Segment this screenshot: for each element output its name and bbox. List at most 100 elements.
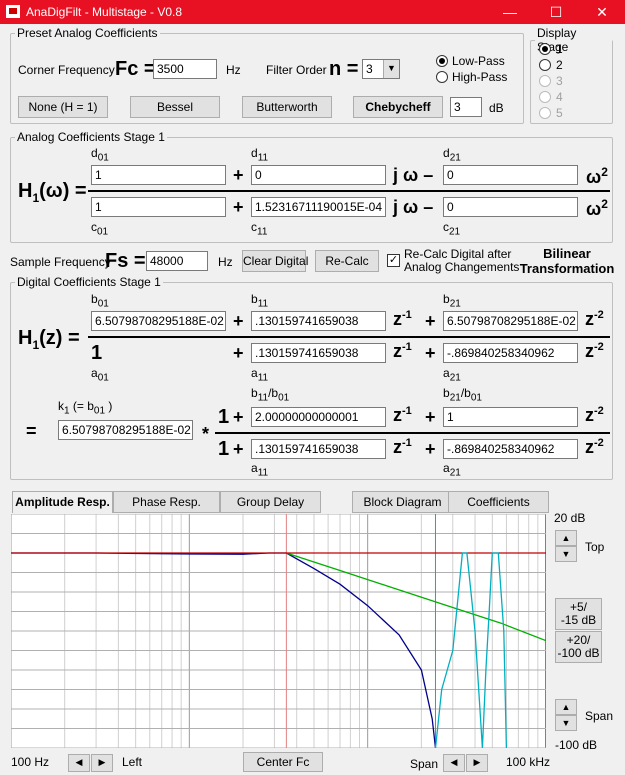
- tab-amplitude-response[interactable]: Amplitude Resp.: [12, 491, 113, 513]
- left-next-button[interactable]: ▶: [91, 754, 113, 772]
- span-down-button[interactable]: ▼: [555, 715, 577, 731]
- chevron-down-icon[interactable]: ▼: [383, 60, 399, 78]
- close-button[interactable]: ✕: [579, 0, 625, 24]
- left-prev-button[interactable]: ◀: [68, 754, 90, 772]
- span-next-button[interactable]: ▶: [466, 754, 488, 772]
- c21-input[interactable]: 0: [443, 197, 578, 217]
- bessel-button[interactable]: Bessel: [130, 96, 220, 118]
- ripple-input[interactable]: 3: [450, 97, 482, 117]
- digital-legend: Digital Coefficients Stage 1: [17, 275, 161, 289]
- z-inverse-squared: z-2: [585, 341, 604, 361]
- b01-input[interactable]: 6.50798708295188E-02: [91, 311, 226, 331]
- minimize-button[interactable]: —: [487, 0, 533, 24]
- stage-3-label: 3: [556, 74, 563, 88]
- d11-input[interactable]: 0: [251, 165, 386, 185]
- a11-normalized-input[interactable]: .130159741659038: [251, 439, 386, 459]
- stage-3-radio[interactable]: [539, 75, 551, 87]
- c01-input[interactable]: 1: [91, 197, 226, 217]
- j-omega-minus: j ω –: [393, 165, 434, 185]
- tab-group-delay[interactable]: Group Delay: [220, 491, 321, 513]
- stage-5-radio[interactable]: [539, 107, 551, 119]
- plus5-minus15-button[interactable]: +5/-15 dB: [555, 598, 602, 630]
- plus-sign: +: [425, 439, 436, 459]
- bilinear-label: Bilinear Transformation: [519, 246, 615, 276]
- lowpass-radio[interactable]: [436, 55, 448, 67]
- a21-input[interactable]: -.869840258340962: [443, 343, 578, 363]
- multiply-sign: *: [202, 424, 210, 444]
- tab-coefficients[interactable]: Coefficients: [448, 491, 549, 513]
- d21-input[interactable]: 0: [443, 165, 578, 185]
- app-icon: [6, 5, 20, 18]
- stage-5-label: 5: [556, 106, 563, 120]
- k1-input[interactable]: 6.50798708295188E-02: [58, 420, 193, 440]
- top-up-button[interactable]: ▲: [555, 530, 577, 546]
- span-up-button[interactable]: ▲: [555, 699, 577, 715]
- corner-frequency-label: Corner Frequency: [18, 63, 115, 77]
- left-label: Left: [122, 755, 143, 769]
- b21-b01-label: b21/b01: [443, 386, 482, 404]
- clear-digital-button[interactable]: Clear Digital: [242, 250, 308, 272]
- sample-frequency-input[interactable]: 48000: [146, 251, 208, 271]
- top-down-button[interactable]: ▼: [555, 546, 577, 562]
- a11-label: a11: [251, 461, 269, 479]
- c11-input[interactable]: 1.52316711190015E-04: [251, 197, 386, 217]
- analog-fraction-line: [88, 190, 610, 192]
- sample-frequency-label: Sample Frequency: [10, 255, 111, 269]
- plus-sign: +: [233, 439, 244, 459]
- span-bottom-label: Span: [410, 757, 439, 771]
- window-title: AnaDigFilt - Multistage - V0.8: [26, 5, 183, 19]
- amplitude-response-chart[interactable]: [11, 514, 546, 748]
- maximize-button[interactable]: ☐: [533, 0, 579, 24]
- plus-sign: +: [425, 311, 436, 331]
- chebycheff-button[interactable]: Chebycheff: [353, 96, 443, 118]
- span-prev-button[interactable]: ◀: [443, 754, 465, 772]
- recalc-check-label: Re-Calc Digital after Analog Changements: [404, 247, 520, 274]
- ripple-unit: dB: [489, 101, 504, 115]
- analog-legend: Analog Coefficients Stage 1: [17, 130, 165, 144]
- stage-4-label: 4: [556, 90, 563, 104]
- x-left-label: 100 Hz: [11, 755, 50, 769]
- tab-phase-response[interactable]: Phase Resp.: [113, 491, 220, 513]
- fc-symbol: Fc =: [115, 58, 156, 80]
- d01-input[interactable]: 1: [91, 165, 226, 185]
- b21-label: b21: [443, 292, 461, 310]
- plus-sign: +: [425, 407, 436, 427]
- normalized-fraction-line: [215, 432, 610, 434]
- center-fc-button[interactable]: Center Fc: [243, 752, 323, 772]
- recalc-button[interactable]: Re-Calc: [315, 250, 379, 272]
- b11-b01-label: b11/b01: [251, 386, 290, 404]
- x-right-label: 100 kHz: [506, 755, 551, 769]
- b11-input[interactable]: .130159741659038: [251, 311, 386, 331]
- highpass-radio[interactable]: [436, 71, 448, 83]
- a21-label: a21: [443, 366, 461, 384]
- preset-legend: Preset Analog Coefficients: [17, 26, 158, 40]
- corner-frequency-input[interactable]: 3500: [153, 59, 217, 79]
- d11-label: d11: [251, 146, 269, 164]
- z-inverse: z-1: [393, 309, 412, 329]
- b21-ratio-input[interactable]: 1: [443, 407, 578, 427]
- none-button[interactable]: None (H = 1): [18, 96, 108, 118]
- b21-input[interactable]: 6.50798708295188E-02: [443, 311, 578, 331]
- n-symbol: n =: [329, 58, 359, 80]
- stage-4-radio[interactable]: [539, 91, 551, 103]
- b11-ratio-input[interactable]: 2.00000000000001: [251, 407, 386, 427]
- tab-block-diagram[interactable]: Block Diagram: [352, 491, 453, 513]
- c21-label: c21: [443, 220, 461, 238]
- z-inverse-squared: z-2: [585, 437, 604, 457]
- filter-order-value: 3: [366, 62, 373, 76]
- z-inverse-squared: z-2: [585, 405, 604, 425]
- stage-2-radio[interactable]: [539, 59, 551, 71]
- denominator-one: 1: [218, 438, 230, 460]
- stage-1-label: 1: [556, 42, 563, 56]
- stage-2-label: 2: [556, 58, 563, 72]
- recalc-checkbox[interactable]: ✓: [387, 254, 400, 267]
- lowpass-label: Low-Pass: [452, 54, 505, 68]
- a21-normalized-input[interactable]: -.869840258340962: [443, 439, 578, 459]
- filter-order-select[interactable]: 3 ▼: [362, 59, 400, 79]
- butterworth-button[interactable]: Butterworth: [242, 96, 332, 118]
- a11-input[interactable]: .130159741659038: [251, 343, 386, 363]
- omega-squared: ω2: [586, 165, 608, 187]
- stage-1-radio[interactable]: [539, 43, 551, 55]
- plus-sign: +: [233, 343, 244, 363]
- plus20-minus100-button[interactable]: +20/-100 dB: [555, 631, 602, 663]
